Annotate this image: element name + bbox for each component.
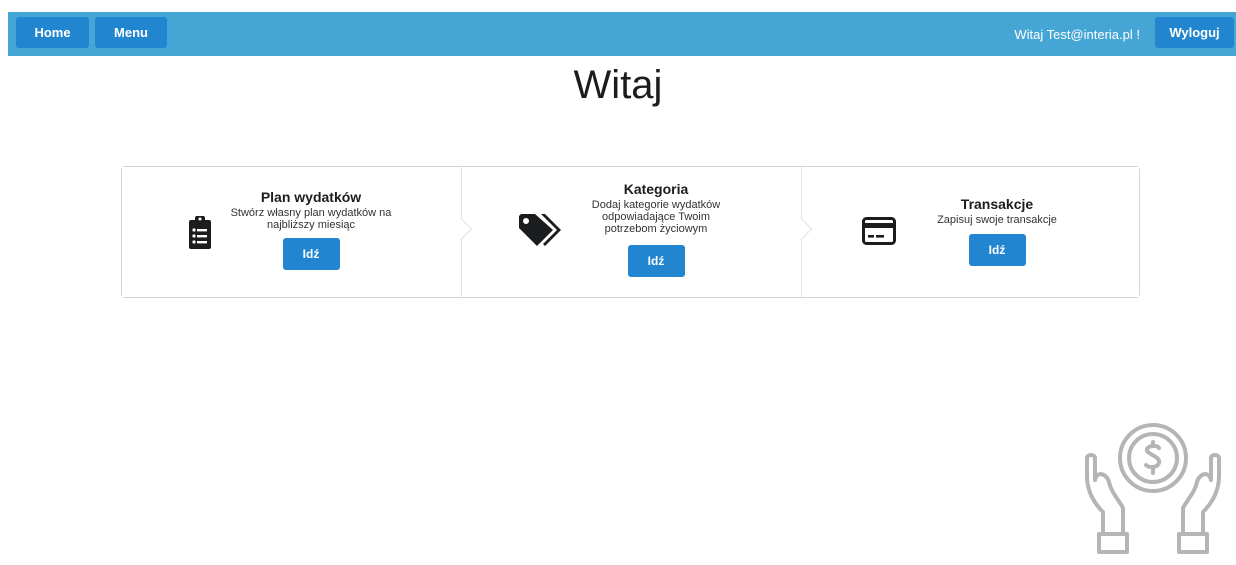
- page-title: Witaj: [573, 63, 663, 107]
- step-title: Plan wydatków: [260, 189, 362, 205]
- user-greeting: Witaj Test@interia.pl !: [1014, 26, 1140, 42]
- top-navbar: Home Menu Witaj Test@interia.pl ! Wylogu…: [8, 12, 1236, 56]
- step-description: Stwórz własny plan wydatków na najbliższ…: [230, 207, 392, 231]
- logout-button[interactable]: Wyloguj: [1155, 17, 1234, 48]
- clipboard-list-icon: [188, 216, 212, 255]
- step-kategoria: Kategoria Dodaj kategorie wydatków odpow…: [461, 167, 801, 297]
- credit-card-icon: [862, 217, 896, 250]
- steps-panel: Plan wydatków Stwórz własny plan wydatkó…: [121, 166, 1140, 298]
- step-title: Kategoria: [623, 181, 689, 197]
- step-description: Zapisuj swoje transakcje: [937, 214, 1057, 226]
- step-title: Transakcje: [960, 196, 1034, 212]
- hands-holding-coin-icon: [1083, 420, 1223, 561]
- step-description: Dodaj kategorie wydatków odpowiadające T…: [591, 199, 721, 235]
- step-transakcje: Transakcje Zapisuj swoje transakcje Idź: [801, 167, 1139, 297]
- go-plan-button[interactable]: Idź: [282, 238, 340, 270]
- go-transactions-button[interactable]: Idź: [968, 234, 1026, 266]
- step-plan-wydatkow: Plan wydatków Stwórz własny plan wydatkó…: [122, 167, 461, 297]
- home-button[interactable]: Home: [16, 17, 89, 48]
- go-category-button[interactable]: Idź: [627, 245, 685, 277]
- menu-button[interactable]: Menu: [95, 17, 167, 48]
- tags-icon: [517, 212, 563, 255]
